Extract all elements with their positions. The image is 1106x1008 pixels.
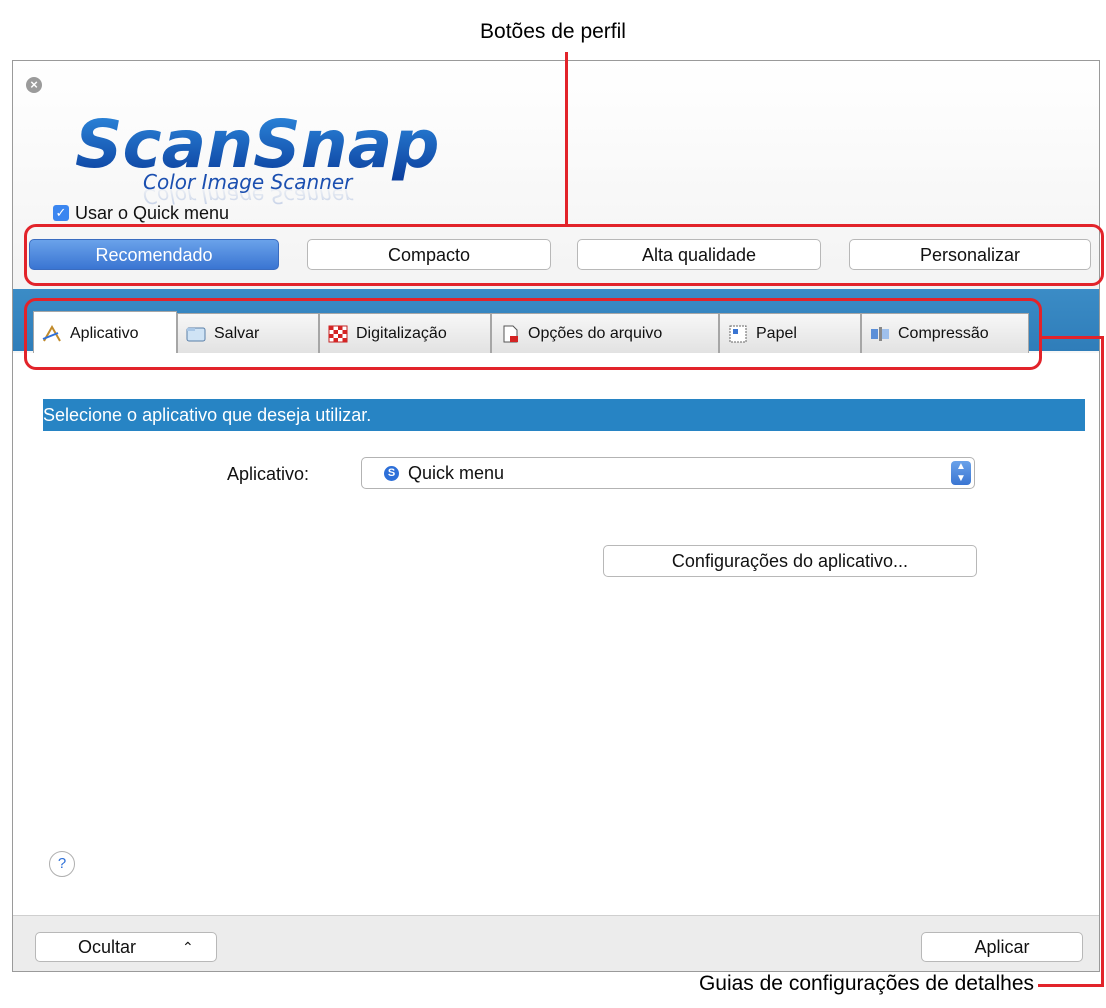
application-select[interactable]: S Quick menu ▲ ▼ bbox=[361, 457, 975, 489]
quick-menu-checkbox-row[interactable]: ✓ Usar o Quick menu bbox=[53, 202, 229, 224]
hide-button[interactable]: Ocultar ⌃ bbox=[35, 932, 217, 962]
application-select-value: Quick menu bbox=[408, 463, 505, 483]
app-settings-button[interactable]: Configurações do aplicativo... bbox=[603, 545, 977, 577]
detail-tabs-annotation: Guias de configurações de detalhes bbox=[698, 972, 1034, 995]
scansnap-settings-window: × ScanSnap Color Image Scanner Color Ima… bbox=[12, 60, 1100, 972]
tab-content-panel bbox=[13, 353, 1099, 915]
application-field-label: Aplicativo: bbox=[227, 464, 310, 484]
help-icon[interactable]: ? bbox=[49, 851, 75, 877]
checkbox-checked-icon[interactable]: ✓ bbox=[53, 205, 69, 221]
tabs-connector-horizontal bbox=[1040, 336, 1104, 339]
hide-button-label: Ocultar bbox=[78, 937, 137, 957]
profile-annotation-connector bbox=[565, 52, 568, 225]
close-icon[interactable]: × bbox=[26, 77, 42, 93]
scansnap-app-icon: S bbox=[384, 466, 399, 481]
tabs-connector-bottom bbox=[1038, 984, 1104, 987]
select-stepper-icon[interactable]: ▲ ▼ bbox=[951, 461, 971, 485]
profile-buttons-annotation: Botões de perfil bbox=[480, 20, 626, 43]
profile-buttons-highlight bbox=[24, 224, 1104, 286]
window-footer: Ocultar ⌃ Aplicar bbox=[13, 915, 1099, 971]
apply-button[interactable]: Aplicar bbox=[921, 932, 1083, 962]
chevron-up-icon: ⌃ bbox=[182, 939, 194, 955]
detail-tabs-highlight bbox=[24, 298, 1042, 370]
section-title: Selecione o aplicativo que deseja utiliz… bbox=[43, 399, 1085, 431]
quick-menu-label: Usar o Quick menu bbox=[75, 202, 230, 223]
tabs-connector-vertical bbox=[1101, 336, 1104, 987]
